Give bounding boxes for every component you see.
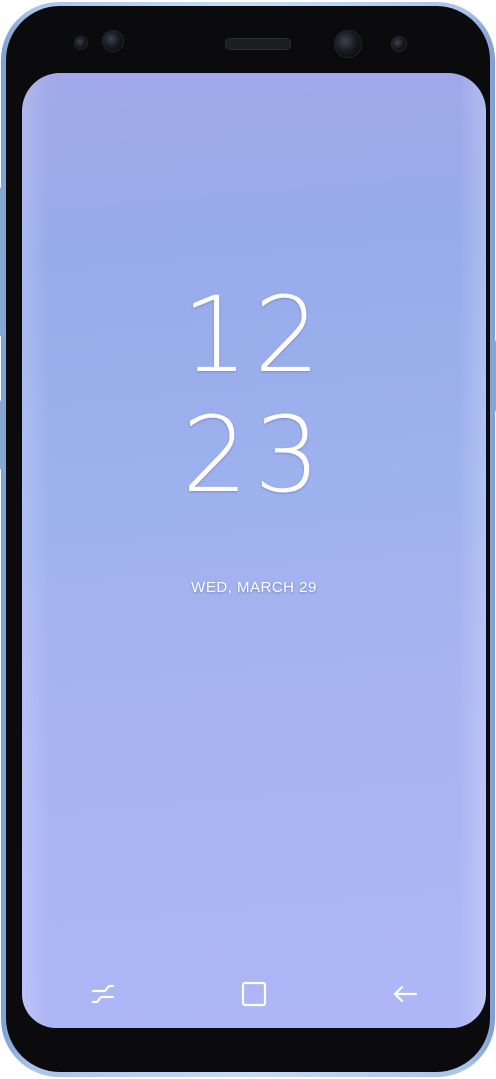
home-button[interactable] xyxy=(237,977,271,1011)
phone-frame: 12 23 WED, MARCH 29 xyxy=(0,2,496,1077)
recent-apps-button[interactable] xyxy=(86,977,120,1011)
phone-bezel: 12 23 WED, MARCH 29 xyxy=(6,6,490,1072)
clock-minutes: 23 xyxy=(181,394,327,516)
lock-screen[interactable]: 12 23 WED, MARCH 29 xyxy=(22,73,486,1028)
iris-camera-icon xyxy=(391,36,407,52)
iris-sensor-icon xyxy=(74,36,88,50)
proximity-sensor-icon xyxy=(102,30,124,52)
volume-button[interactable] xyxy=(0,400,4,470)
earpiece-speaker xyxy=(225,38,291,50)
power-button[interactable] xyxy=(492,340,496,412)
bixby-button[interactable] xyxy=(0,187,4,337)
home-square-icon xyxy=(241,981,267,1007)
recent-apps-icon xyxy=(91,984,115,1004)
navigation-bar xyxy=(22,973,486,1013)
front-camera-icon xyxy=(334,30,362,58)
clock-hours: 12 xyxy=(181,274,327,396)
back-arrow-icon xyxy=(393,985,418,1003)
date-label: WED, MARCH 29 xyxy=(191,579,317,596)
back-button[interactable] xyxy=(388,977,422,1011)
